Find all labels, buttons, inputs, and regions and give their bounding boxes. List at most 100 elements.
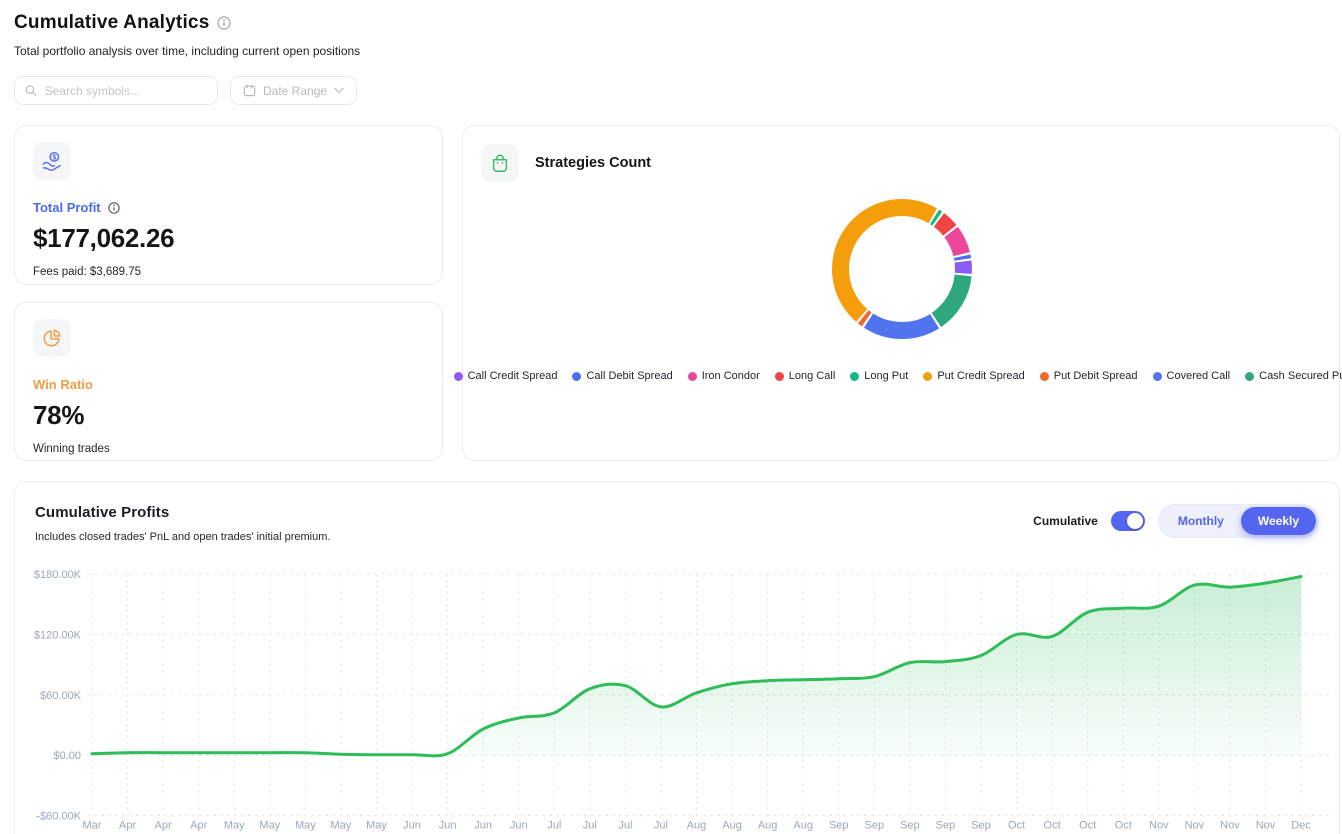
calendar-icon	[243, 84, 256, 97]
page-title: Cumulative Analytics	[14, 12, 209, 34]
legend-item[interactable]: Long Call	[775, 370, 835, 382]
svg-text:Nov: Nov	[1149, 820, 1169, 832]
bag-icon-tile	[481, 144, 519, 182]
legend-label: Iron Condor	[702, 370, 760, 382]
legend-item[interactable]: Call Debit Spread	[572, 370, 672, 382]
svg-text:Sep: Sep	[900, 820, 920, 832]
cumulative-toggle[interactable]	[1111, 511, 1145, 531]
legend-dot	[454, 372, 463, 381]
legend-label: Call Credit Spread	[468, 370, 558, 382]
legend-label: Covered Call	[1167, 370, 1231, 382]
svg-text:Oct: Oct	[1079, 820, 1096, 832]
svg-text:Apr: Apr	[190, 820, 207, 832]
hand-coin-icon: $	[41, 150, 63, 172]
svg-text:Jun: Jun	[474, 820, 492, 832]
info-icon[interactable]	[108, 202, 120, 214]
svg-text:Jul: Jul	[583, 820, 597, 832]
svg-text:May: May	[224, 820, 245, 832]
svg-text:Sep: Sep	[865, 820, 885, 832]
legend-item[interactable]: Covered Call	[1153, 370, 1231, 382]
svg-text:Jul: Jul	[654, 820, 668, 832]
svg-text:Jun: Jun	[439, 820, 457, 832]
svg-text:Nov: Nov	[1220, 820, 1240, 832]
svg-text:Oct: Oct	[1115, 820, 1132, 832]
svg-text:Sep: Sep	[829, 820, 849, 832]
chevron-down-icon	[334, 87, 344, 94]
svg-text:Jul: Jul	[547, 820, 561, 832]
page-subtitle: Total portfolio analysis over time, incl…	[14, 44, 360, 58]
weekly-button[interactable]: Weekly	[1241, 507, 1316, 535]
svg-text:$0.00: $0.00	[53, 750, 81, 762]
search-input[interactable]	[45, 84, 207, 98]
svg-text:May: May	[331, 820, 352, 832]
pie-chart-icon	[41, 327, 63, 349]
monthly-button[interactable]: Monthly	[1161, 507, 1241, 535]
legend-dot	[688, 372, 697, 381]
legend-label: Long Call	[789, 370, 835, 382]
svg-text:Dec: Dec	[1291, 820, 1311, 832]
win-ratio-card: Win Ratio 78% Winning trades	[14, 302, 443, 461]
svg-text:Sep: Sep	[936, 820, 956, 832]
strategies-donut-chart	[816, 183, 988, 355]
win-ratio-value: 78%	[33, 400, 424, 431]
toggle-knob	[1127, 513, 1143, 529]
search-box[interactable]	[14, 76, 218, 105]
legend-label: Long Put	[864, 370, 908, 382]
legend-label: Cash Secured Put	[1259, 370, 1342, 382]
hand-coin-icon-tile: $	[33, 142, 71, 180]
legend-dot	[923, 372, 932, 381]
legend-item[interactable]: Put Credit Spread	[923, 370, 1024, 382]
period-segmented-control: Monthly Weekly	[1158, 504, 1319, 538]
svg-text:Nov: Nov	[1256, 820, 1276, 832]
total-profit-value: $177,062.26	[33, 223, 424, 254]
svg-text:Oct: Oct	[1044, 820, 1061, 832]
legend-item[interactable]: Put Debit Spread	[1040, 370, 1138, 382]
legend-item[interactable]: Cash Secured Put	[1245, 370, 1342, 382]
svg-text:May: May	[366, 820, 387, 832]
date-range-label: Date Range	[263, 84, 327, 98]
svg-text:$: $	[52, 154, 56, 161]
profits-header: Cumulative Profits Includes closed trade…	[15, 482, 1339, 543]
legend-dot	[775, 372, 784, 381]
search-icon	[25, 84, 37, 97]
strategies-count-card: Strategies Count Call Credit SpreadCall …	[462, 125, 1340, 461]
cumulative-profits-card: Cumulative Profits Includes closed trade…	[14, 481, 1340, 834]
fees-paid-note: Fees paid: $3,689.75	[33, 266, 424, 278]
svg-text:May: May	[295, 820, 316, 832]
info-icon[interactable]	[217, 16, 231, 30]
legend-item[interactable]: Iron Condor	[688, 370, 760, 382]
date-range-button[interactable]: Date Range	[230, 76, 357, 105]
svg-text:Aug: Aug	[722, 820, 742, 832]
svg-text:Sep: Sep	[971, 820, 991, 832]
profits-area-chart: $180.00K$120.00K$60.00K$0.00-$60.00KMarA…	[15, 561, 1341, 834]
svg-text:Oct: Oct	[1008, 820, 1025, 832]
svg-text:Mar: Mar	[83, 820, 102, 832]
strategies-count-title: Strategies Count	[535, 155, 651, 171]
legend-item[interactable]: Long Put	[850, 370, 908, 382]
legend-dot	[572, 372, 581, 381]
svg-text:Jun: Jun	[403, 820, 421, 832]
profits-controls: Cumulative Monthly Weekly	[1033, 504, 1319, 538]
filter-controls: Date Range	[14, 76, 357, 105]
legend-label: Put Debit Spread	[1054, 370, 1138, 382]
total-profit-label: Total Profit	[33, 200, 101, 215]
dashboard: Cumulative Analytics Total portfolio ana…	[0, 0, 1342, 834]
svg-text:Jul: Jul	[618, 820, 632, 832]
svg-text:Jun: Jun	[510, 820, 528, 832]
svg-text:Aug: Aug	[687, 820, 707, 832]
page-header: Cumulative Analytics Total portfolio ana…	[14, 12, 360, 58]
legend-label: Call Debit Spread	[586, 370, 672, 382]
svg-text:Aug: Aug	[793, 820, 813, 832]
legend-dot	[1245, 372, 1254, 381]
cumulative-toggle-label: Cumulative	[1033, 514, 1098, 528]
svg-text:Apr: Apr	[119, 820, 136, 832]
legend-dot	[1040, 372, 1049, 381]
pie-icon-tile	[33, 319, 71, 357]
legend-item[interactable]: Call Credit Spread	[454, 370, 558, 382]
total-profit-card: $ Total Profit $177,062.26 Fees paid: $3…	[14, 125, 443, 285]
winning-trades-note: Winning trades	[33, 443, 424, 455]
strategies-legend: Call Credit Spread Call Debit Spread Iron …	[463, 370, 1339, 382]
svg-text:$60.00K: $60.00K	[40, 690, 82, 702]
svg-text:$180.00K: $180.00K	[34, 569, 82, 581]
svg-text:Apr: Apr	[155, 820, 172, 832]
